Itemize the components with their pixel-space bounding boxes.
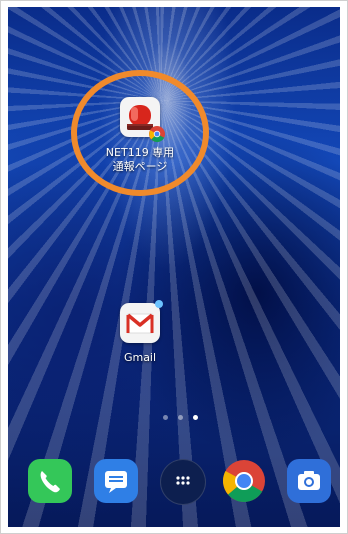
phone-icon[interactable] (28, 459, 72, 503)
app-drawer-icon[interactable] (160, 459, 206, 505)
device-frame: NET119 専用 通報ページ Gmail (0, 0, 348, 534)
page-indicator (158, 405, 208, 420)
notification-dot (155, 300, 163, 308)
gmail-icon (120, 300, 163, 343)
messages-icon[interactable] (94, 459, 138, 503)
home-screen: NET119 専用 通報ページ Gmail (8, 7, 340, 527)
page-dot (178, 415, 183, 420)
camera-icon[interactable] (287, 459, 331, 503)
page-dot (163, 415, 168, 420)
page-dot-current (193, 415, 198, 420)
highlight-circle (71, 70, 209, 196)
chrome-icon[interactable] (222, 459, 266, 503)
app-label: Gmail (123, 351, 157, 364)
gmail-shortcut[interactable]: Gmail (116, 300, 164, 365)
